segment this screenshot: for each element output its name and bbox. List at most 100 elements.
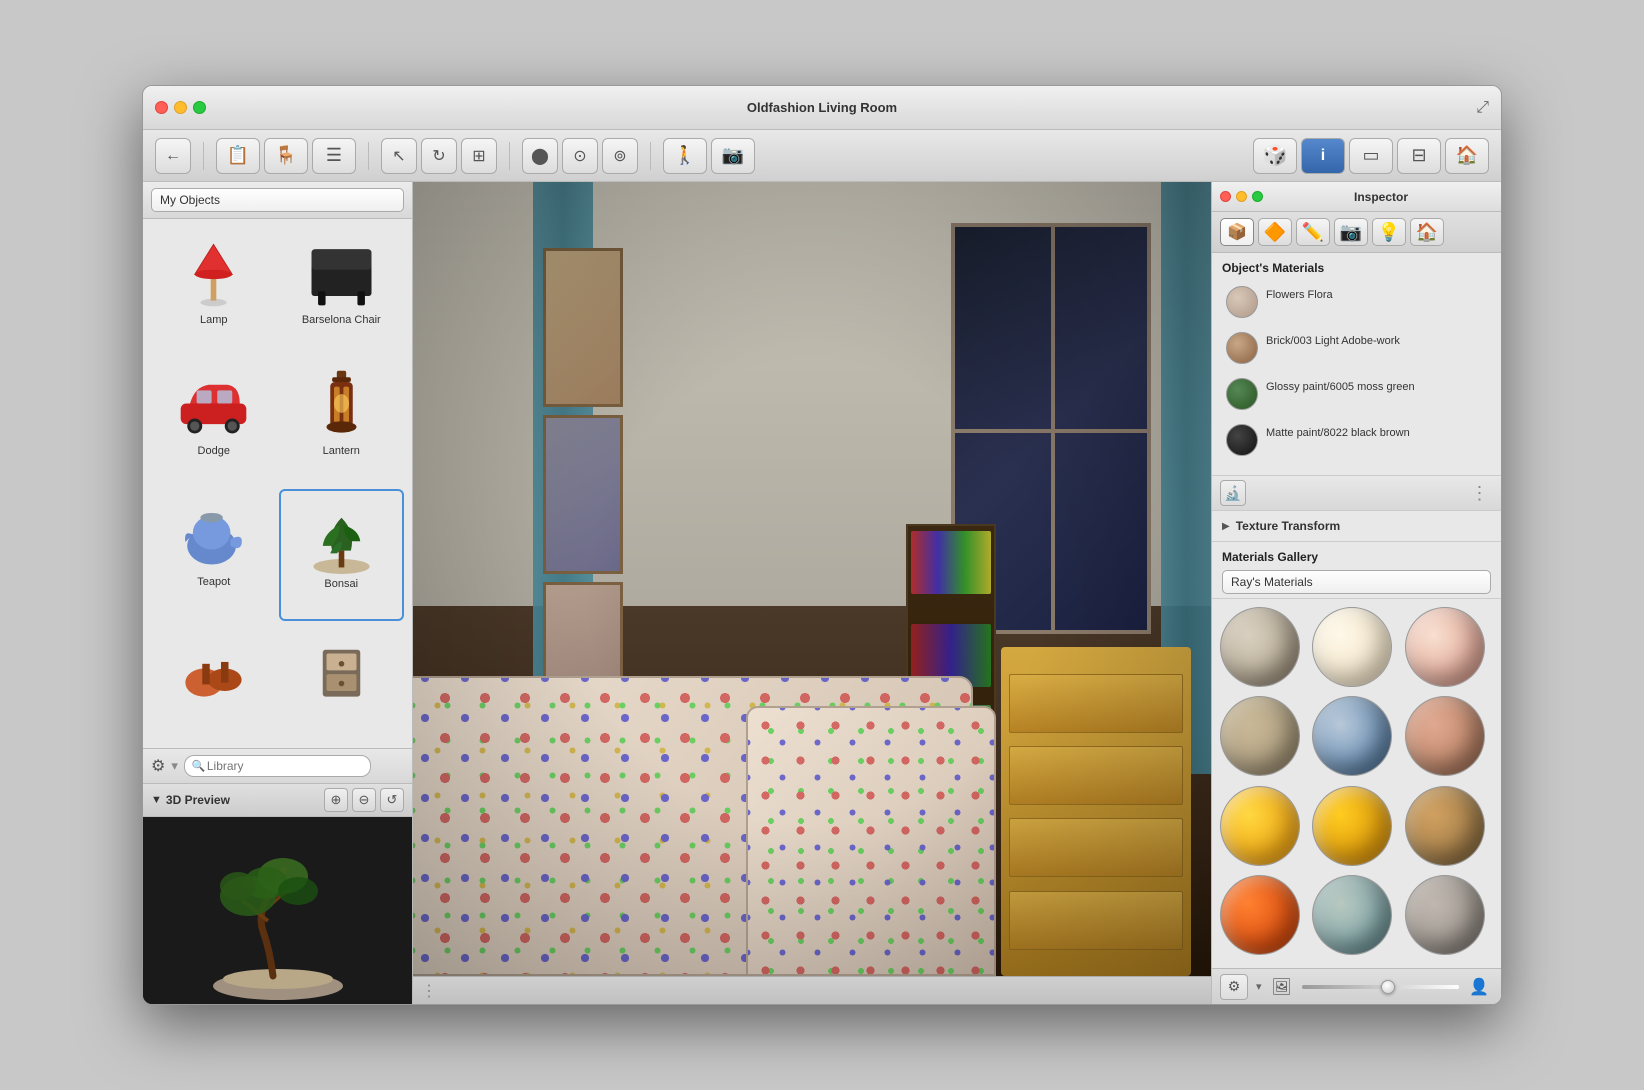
render-view-button[interactable]: ⊚ bbox=[602, 138, 638, 174]
objects-icon-button[interactable]: 🎲 bbox=[1253, 138, 1297, 174]
objects-view-button[interactable]: 📋 bbox=[216, 138, 260, 174]
dresser-drawer-1 bbox=[1009, 674, 1183, 733]
objects-materials-section: Object's Materials Flowers Flora Brick/0… bbox=[1212, 253, 1501, 476]
lantern-label: Lantern bbox=[323, 445, 360, 457]
window-title: Oldfashion Living Room bbox=[747, 100, 897, 115]
home-button[interactable]: 🏠 bbox=[1445, 138, 1489, 174]
art-piece-top bbox=[543, 248, 623, 407]
material-item-brick[interactable]: Brick/003 Light Adobe-work bbox=[1222, 329, 1491, 367]
app-window: Oldfashion Living Room ⤢ ← 📋 🪑 ☰ ↖ ↻ ⊞ ⬤… bbox=[142, 85, 1502, 1005]
object-item-extra2[interactable] bbox=[279, 623, 405, 740]
toolbar-right: 🎲 i ▭ ⊟ 🏠 bbox=[1253, 138, 1489, 174]
material-ball-12[interactable] bbox=[1405, 875, 1485, 955]
teapot-thumbnail bbox=[176, 497, 251, 572]
tab-home[interactable]: 🏠 bbox=[1410, 218, 1444, 246]
tab-camera[interactable]: 📷 bbox=[1334, 218, 1368, 246]
inspector-slider[interactable] bbox=[1302, 985, 1459, 989]
material-item-moss[interactable]: Glossy paint/6005 moss green bbox=[1222, 375, 1491, 413]
refresh-button[interactable]: ↺ bbox=[380, 788, 404, 812]
object-item-extra1[interactable] bbox=[151, 623, 277, 740]
layout2-button[interactable]: ⊟ bbox=[1397, 138, 1441, 174]
scene-dresser bbox=[1001, 647, 1191, 976]
material-ball-11[interactable] bbox=[1312, 875, 1392, 955]
view-buttons: 📋 🪑 ☰ bbox=[216, 138, 356, 174]
tab-light[interactable]: 💡 bbox=[1372, 218, 1406, 246]
right-chair-dots bbox=[748, 708, 994, 974]
zoom-in-button[interactable]: ⊕ bbox=[324, 788, 348, 812]
settings-gear-icon[interactable]: ⚙ bbox=[151, 756, 165, 776]
rotate-tool-button[interactable]: ↻ bbox=[421, 138, 457, 174]
material-ball-5[interactable] bbox=[1312, 696, 1392, 776]
gallery-dropdown[interactable]: Ray's Materials bbox=[1222, 570, 1491, 594]
material-item-black[interactable]: Matte paint/8022 black brown bbox=[1222, 421, 1491, 459]
object-item-teapot[interactable]: Teapot bbox=[151, 489, 277, 622]
texture-transform-header[interactable]: ▶ Texture Transform bbox=[1222, 519, 1491, 533]
material-ball-6[interactable] bbox=[1405, 696, 1485, 776]
zoom-out-button[interactable]: ⊖ bbox=[352, 788, 376, 812]
eyedropper-button[interactable]: 🔬 bbox=[1220, 480, 1246, 506]
material-ball-7[interactable] bbox=[1220, 786, 1300, 866]
material-ball-2[interactable] bbox=[1312, 607, 1392, 687]
list-view-button[interactable]: ☰ bbox=[312, 138, 356, 174]
back-button[interactable]: ← bbox=[155, 138, 191, 174]
center-view: 🌿 🪔 bbox=[413, 182, 1211, 1004]
wire-view-button[interactable]: ⊙ bbox=[562, 138, 598, 174]
preview-title: ▼ 3D Preview bbox=[151, 793, 230, 807]
preview-canvas bbox=[143, 817, 412, 1004]
transform-tool-button[interactable]: ⊞ bbox=[461, 138, 497, 174]
inspector-bottom-bar: ⚙ ▾ 🖼 👤 bbox=[1212, 968, 1501, 1004]
more-options-button[interactable]: ⋮ bbox=[1467, 480, 1493, 506]
solid-view-button[interactable]: ⬤ bbox=[522, 138, 558, 174]
object-item-dodge[interactable]: Dodge bbox=[151, 358, 277, 487]
inspector-panel: Inspector 📦 🔶 ✏️ 📷 💡 🏠 Object's Material… bbox=[1211, 182, 1501, 1004]
tab-paint[interactable]: ✏️ bbox=[1296, 218, 1330, 246]
extra2-thumbnail bbox=[304, 631, 379, 706]
object-item-bonsai[interactable]: Bonsai bbox=[279, 489, 405, 622]
bonsai-label: Bonsai bbox=[324, 578, 358, 590]
toolbar-sep-3 bbox=[509, 142, 510, 170]
objects-dropdown[interactable]: My Objects bbox=[151, 188, 404, 212]
object-item-lamp[interactable]: Lamp bbox=[151, 227, 277, 356]
info-button[interactable]: i bbox=[1301, 138, 1345, 174]
camera-button[interactable]: 📷 bbox=[711, 138, 755, 174]
insp-close-button[interactable] bbox=[1220, 191, 1231, 202]
layout1-button[interactable]: ▭ bbox=[1349, 138, 1393, 174]
chair-view-button[interactable]: 🪑 bbox=[264, 138, 308, 174]
material-ball-3[interactable] bbox=[1405, 607, 1485, 687]
inspector-settings-button[interactable]: ⚙ bbox=[1220, 974, 1248, 1000]
inspector-image-button[interactable]: 🖼 bbox=[1268, 974, 1296, 1000]
insp-maximize-button[interactable] bbox=[1252, 191, 1263, 202]
material-ball-10[interactable] bbox=[1220, 875, 1300, 955]
material-ball-4[interactable] bbox=[1220, 696, 1300, 776]
maximize-button[interactable] bbox=[193, 101, 206, 114]
toolbar: ← 📋 🪑 ☰ ↖ ↻ ⊞ ⬤ ⊙ ⊚ 🚶 📷 🎲 i ▭ ⊟ 🏠 bbox=[143, 130, 1501, 182]
materials-gallery-title: Materials Gallery bbox=[1222, 550, 1491, 564]
objects-grid: Lamp Barselona Chair bbox=[143, 219, 412, 748]
resize-icon[interactable]: ⤢ bbox=[1476, 99, 1489, 117]
walk-button[interactable]: 🚶 bbox=[663, 138, 707, 174]
preview-arrow-icon: ▼ bbox=[151, 794, 162, 806]
select-tool-button[interactable]: ↖ bbox=[381, 138, 417, 174]
object-item-lantern[interactable]: Lantern bbox=[279, 358, 405, 487]
material-ball-9[interactable] bbox=[1405, 786, 1485, 866]
walk-camera-buttons: 🚶 📷 bbox=[663, 138, 755, 174]
black-swatch bbox=[1226, 424, 1258, 456]
insp-minimize-button[interactable] bbox=[1236, 191, 1247, 202]
tab-objects[interactable]: 📦 bbox=[1220, 218, 1254, 246]
flowers-swatch bbox=[1226, 286, 1258, 318]
search-bar: ⚙ ▾ 🔍 bbox=[143, 749, 412, 784]
texture-transform-section: ▶ Texture Transform bbox=[1212, 511, 1501, 542]
object-item-chair[interactable]: Barselona Chair bbox=[279, 227, 405, 356]
material-ball-1[interactable] bbox=[1220, 607, 1300, 687]
toolbar-sep-2 bbox=[368, 142, 369, 170]
material-ball-8[interactable] bbox=[1312, 786, 1392, 866]
inspector-slider-thumb[interactable] bbox=[1381, 980, 1395, 994]
search-input[interactable] bbox=[184, 755, 371, 777]
texture-transform-title: Texture Transform bbox=[1236, 519, 1340, 533]
toolbar-sep-4 bbox=[650, 142, 651, 170]
close-button[interactable] bbox=[155, 101, 168, 114]
tab-sphere[interactable]: 🔶 bbox=[1258, 218, 1292, 246]
minimize-button[interactable] bbox=[174, 101, 187, 114]
material-item-flowers[interactable]: Flowers Flora bbox=[1222, 283, 1491, 321]
inspector-person-button[interactable]: 👤 bbox=[1465, 974, 1493, 1000]
